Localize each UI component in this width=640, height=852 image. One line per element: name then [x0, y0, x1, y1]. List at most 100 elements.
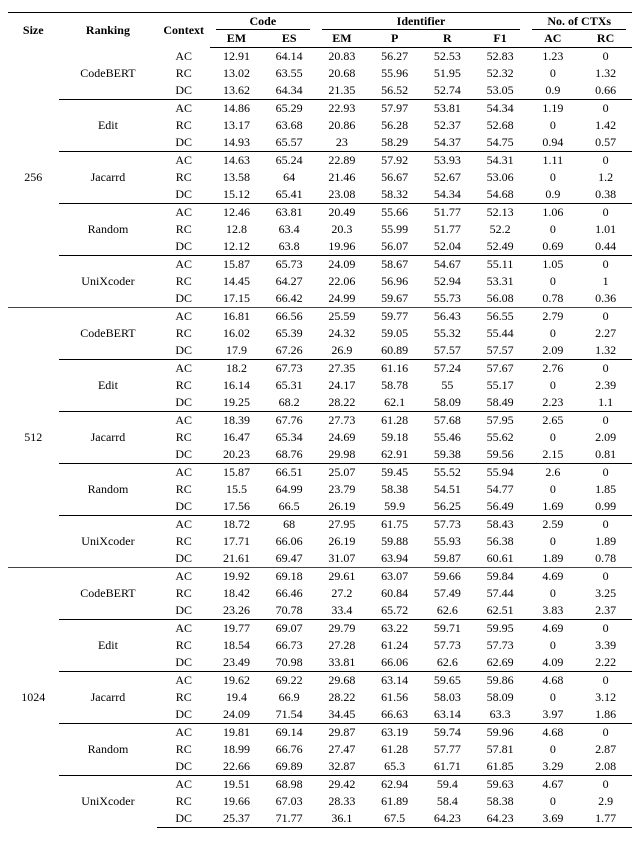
- cell-value: 0: [579, 360, 632, 378]
- cell-value: 60.89: [368, 342, 421, 360]
- cell-value: 0.69: [526, 238, 579, 256]
- cell-value: 66.06: [263, 533, 316, 550]
- cell-context: DC: [157, 602, 210, 620]
- cell-value: 22.89: [316, 152, 369, 170]
- cell-value: 2.87: [579, 741, 632, 758]
- cell-value: 2.9: [579, 793, 632, 810]
- cell-value: 29.42: [316, 776, 369, 794]
- cell-value: 57.57: [421, 342, 474, 360]
- cell-context: DC: [157, 810, 210, 828]
- cell-value: 0: [526, 65, 579, 82]
- table-row: 512CodeBERTAC16.8166.5625.5959.7756.4356…: [8, 308, 632, 326]
- cell-value: 16.02: [210, 325, 263, 342]
- cell-context: DC: [157, 654, 210, 672]
- cell-value: 2.6: [526, 464, 579, 482]
- cell-value: 51.77: [421, 221, 474, 238]
- cell-value: 18.39: [210, 412, 263, 430]
- cell-value: 1.1: [579, 394, 632, 412]
- cell-value: 0: [579, 204, 632, 222]
- cell-value: 26.19: [316, 498, 369, 516]
- cell-value: 68.2: [263, 394, 316, 412]
- cell-value: 2.08: [579, 758, 632, 776]
- cell-value: 0: [526, 325, 579, 342]
- cell-value: 24.09: [316, 256, 369, 274]
- cell-value: 58.38: [368, 481, 421, 498]
- cell-value: 55.11: [474, 256, 527, 274]
- cell-value: 17.71: [210, 533, 263, 550]
- cell-context: AC: [157, 100, 210, 118]
- cell-ranking: Edit: [59, 360, 158, 412]
- col-ident-p: P: [368, 30, 421, 48]
- cell-value: 53.93: [421, 152, 474, 170]
- cell-value: 2.09: [579, 429, 632, 446]
- cell-value: 58.67: [368, 256, 421, 274]
- cell-value: 59.4: [421, 776, 474, 794]
- cell-value: 55.32: [421, 325, 474, 342]
- cell-value: 57.81: [474, 741, 527, 758]
- cell-value: 62.6: [421, 654, 474, 672]
- cell-value: 61.75: [368, 516, 421, 534]
- cell-value: 55.46: [421, 429, 474, 446]
- cell-value: 1.2: [579, 169, 632, 186]
- cell-value: 69.22: [263, 672, 316, 690]
- cell-value: 61.89: [368, 793, 421, 810]
- cell-value: 56.55: [474, 308, 527, 326]
- cell-value: 66.06: [368, 654, 421, 672]
- cell-value: 56.07: [368, 238, 421, 256]
- cell-value: 58.29: [368, 134, 421, 152]
- cell-ranking: Jacarrd: [59, 412, 158, 464]
- col-code-es: ES: [263, 30, 316, 48]
- cell-value: 15.87: [210, 256, 263, 274]
- cell-value: 54.75: [474, 134, 527, 152]
- cell-value: 16.14: [210, 377, 263, 394]
- cell-value: 69.14: [263, 724, 316, 742]
- table-row: RandomAC12.4663.8120.4955.6651.7752.131.…: [8, 204, 632, 222]
- table-row: JacarrdAC18.3967.7627.7361.2857.6857.952…: [8, 412, 632, 430]
- cell-value: 32.87: [316, 758, 369, 776]
- cell-context: AC: [157, 620, 210, 638]
- cell-value: 55.52: [421, 464, 474, 482]
- cell-context: DC: [157, 446, 210, 464]
- cell-ranking: CodeBERT: [59, 48, 158, 100]
- cell-value: 19.51: [210, 776, 263, 794]
- cell-value: 52.13: [474, 204, 527, 222]
- cell-value: 68: [263, 516, 316, 534]
- cell-value: 57.95: [474, 412, 527, 430]
- cell-value: 4.09: [526, 654, 579, 672]
- cell-value: 54.31: [474, 152, 527, 170]
- cell-value: 31.07: [316, 550, 369, 568]
- cell-value: 3.83: [526, 602, 579, 620]
- cell-value: 64.14: [263, 48, 316, 66]
- cell-context: AC: [157, 672, 210, 690]
- cell-value: 62.51: [474, 602, 527, 620]
- cell-value: 52.83: [474, 48, 527, 66]
- cell-value: 57.24: [421, 360, 474, 378]
- cell-value: 24.32: [316, 325, 369, 342]
- col-code-em: EM: [210, 30, 263, 48]
- cell-value: 29.87: [316, 724, 369, 742]
- cell-value: 0.94: [526, 134, 579, 152]
- cell-value: 63.14: [421, 706, 474, 724]
- table-row: JacarrdAC19.6269.2229.6863.1459.6559.864…: [8, 672, 632, 690]
- cell-value: 0: [526, 169, 579, 186]
- cell-value: 4.69: [526, 620, 579, 638]
- col-ident-r: R: [421, 30, 474, 48]
- cell-value: 19.66: [210, 793, 263, 810]
- cell-value: 24.69: [316, 429, 369, 446]
- table-row: EditAC19.7769.0729.7963.2259.7159.954.69…: [8, 620, 632, 638]
- cell-value: 24.99: [316, 290, 369, 308]
- cell-size: 512: [8, 308, 59, 568]
- cell-value: 61.71: [421, 758, 474, 776]
- cell-value: 56.67: [368, 169, 421, 186]
- cell-value: 68.98: [263, 776, 316, 794]
- cell-value: 19.92: [210, 568, 263, 586]
- table-row: RandomAC15.8766.5125.0759.4555.5255.942.…: [8, 464, 632, 482]
- cell-value: 17.9: [210, 342, 263, 360]
- cell-value: 20.3: [316, 221, 369, 238]
- cell-value: 58.32: [368, 186, 421, 204]
- cell-value: 18.54: [210, 637, 263, 654]
- table-row: EditAC14.8665.2922.9357.9753.8154.341.19…: [8, 100, 632, 118]
- cell-value: 56.27: [368, 48, 421, 66]
- cell-value: 1.85: [579, 481, 632, 498]
- cell-value: 0.9: [526, 82, 579, 100]
